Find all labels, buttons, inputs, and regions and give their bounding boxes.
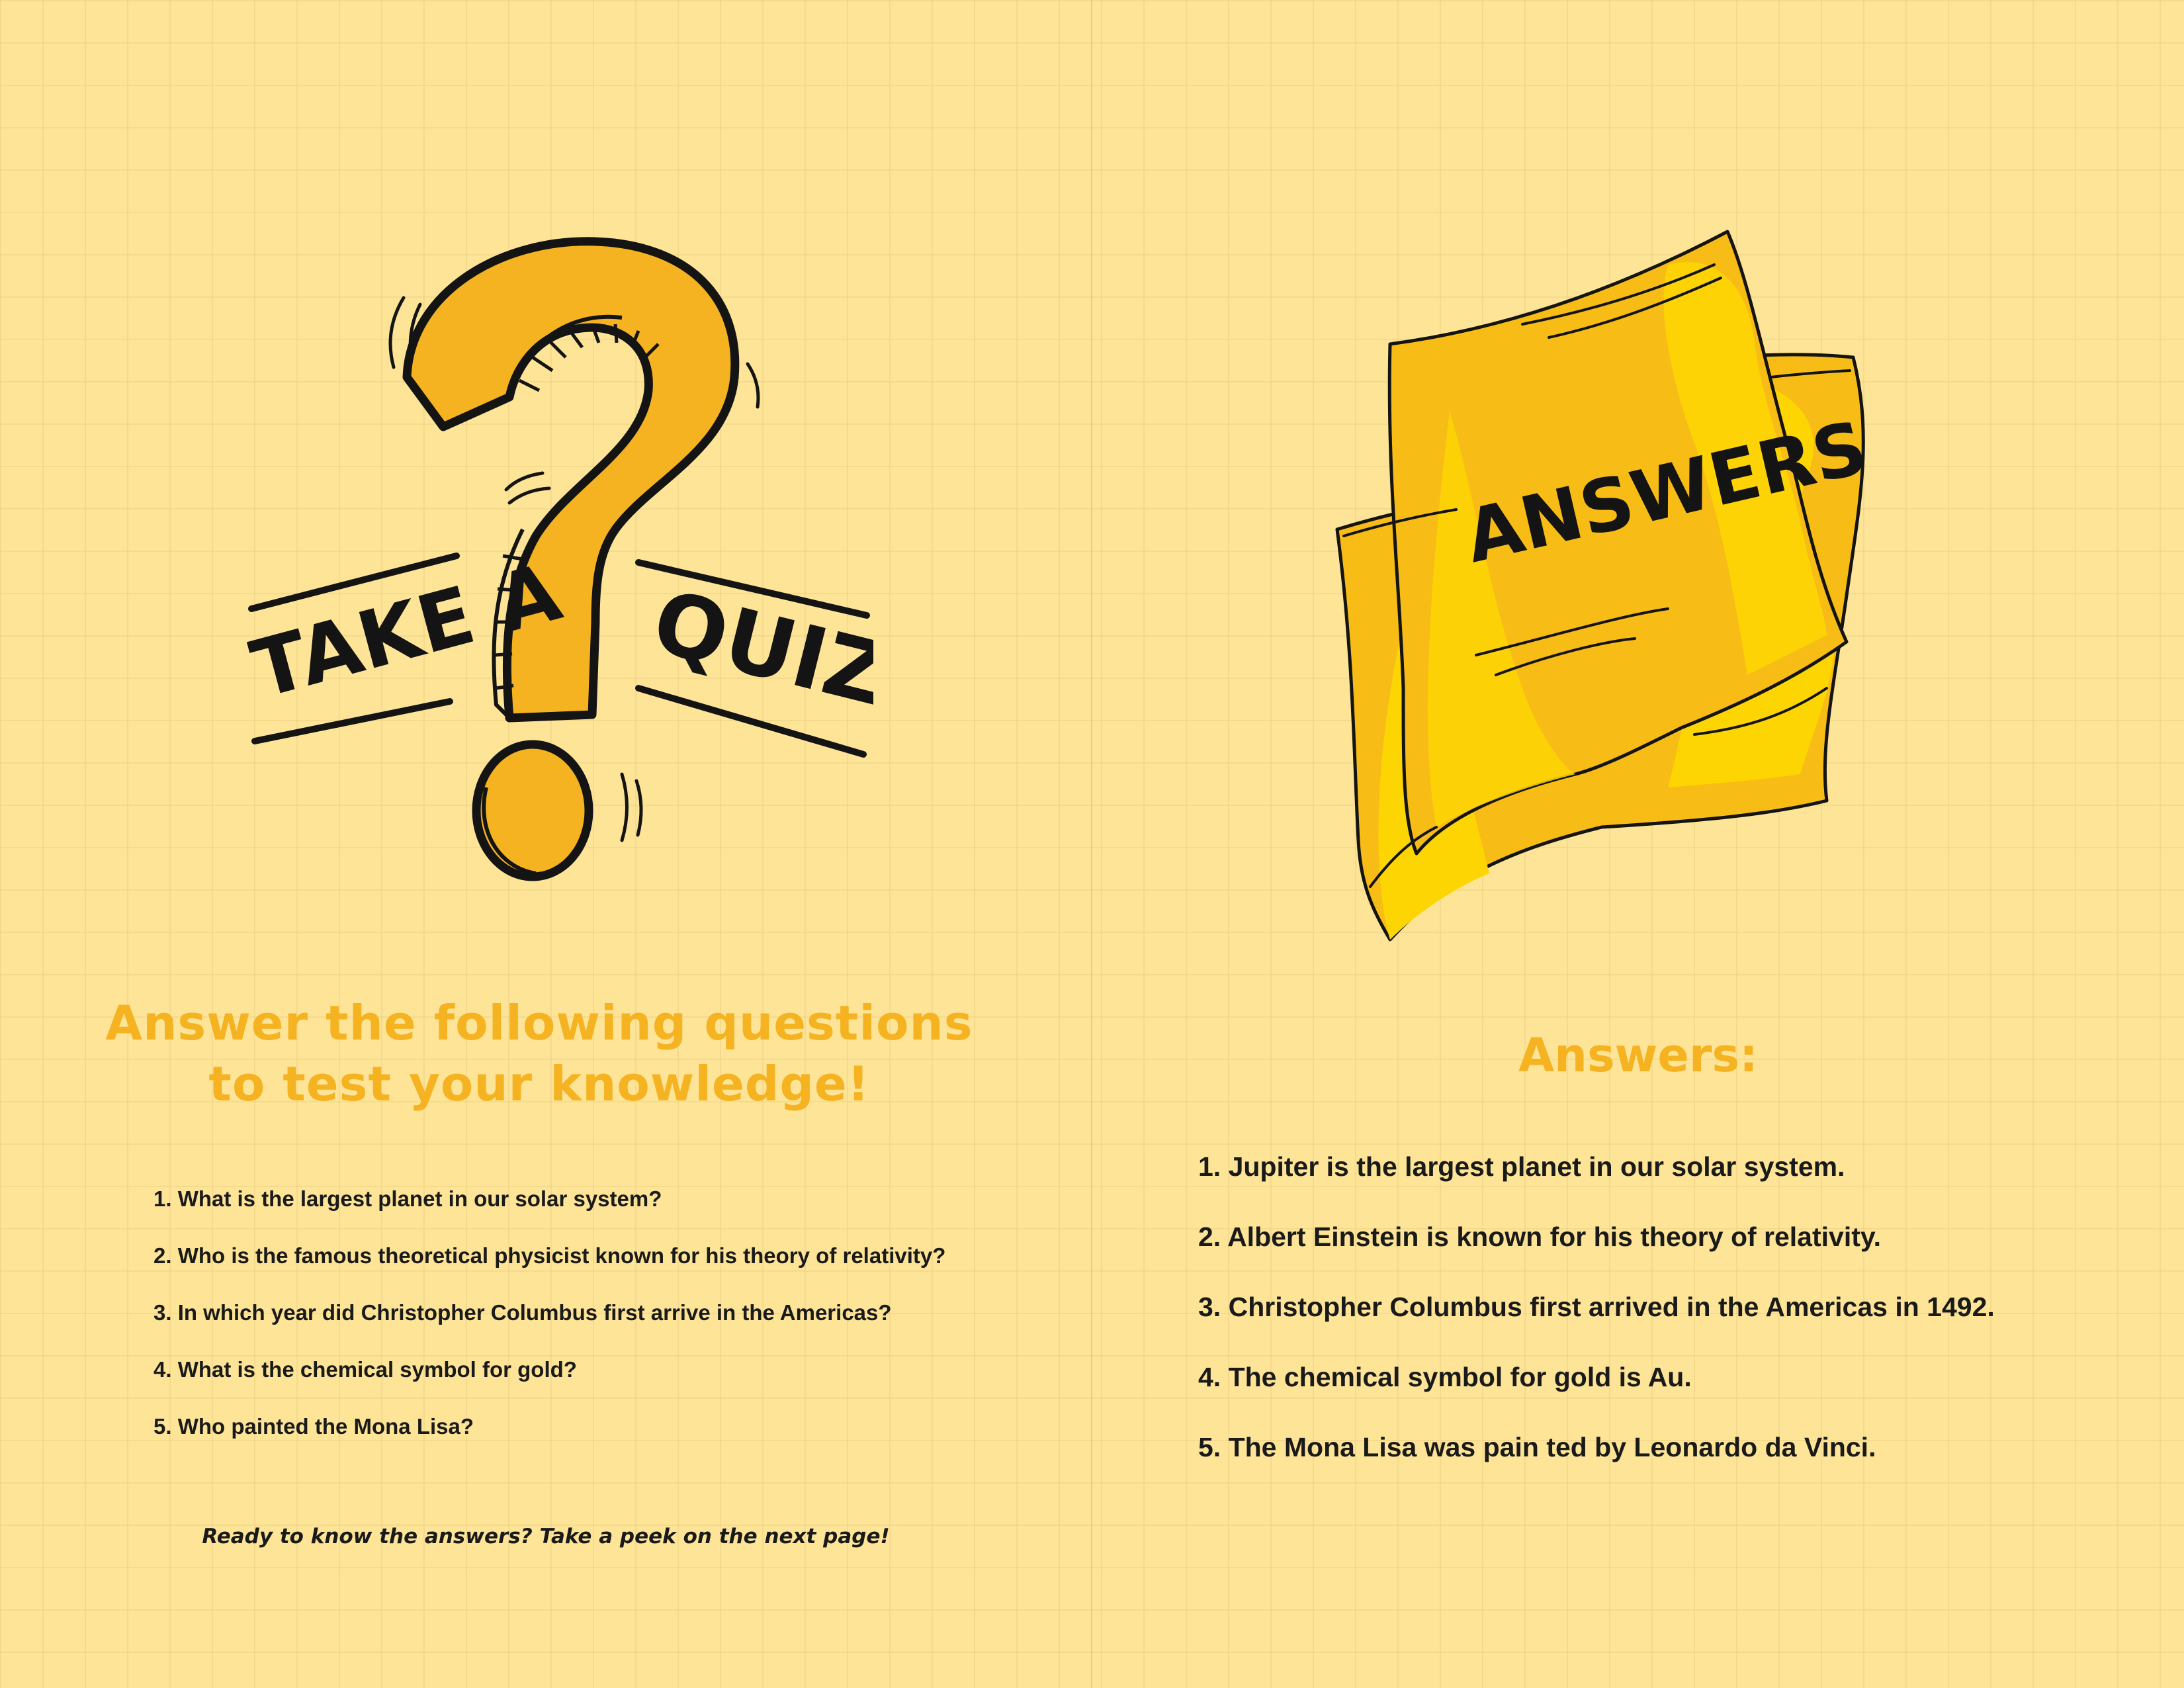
next-page-note: Ready to know the answers? Take a peek o…: [202, 1525, 890, 1548]
answers-illustration: ANSWERS: [1335, 230, 1874, 942]
answer-item-4: 4. The chemical symbol for gold is Au.: [1198, 1362, 1692, 1392]
question-item-1: 1. What is the largest planet in our sol…: [153, 1186, 662, 1211]
quiz-heading: Answer the following questions to test y…: [60, 993, 1019, 1114]
answer-item-5: 5. The Mona Lisa was pain ted by Leonard…: [1198, 1432, 1876, 1462]
quiz-heading-line-1: Answer the following questions: [105, 995, 973, 1051]
answer-list: 1. Jupiter is the largest planet in our …: [1198, 1150, 2151, 1501]
answer-item-2: 2. Albert Einstein is known for his theo…: [1198, 1222, 1882, 1252]
answer-item-3: 3. Christopher Columbus first arrived in…: [1198, 1292, 1995, 1322]
quiz-page: TAKE A QUIZ Answer the following questio…: [0, 0, 1092, 1688]
quiz-heading-line-2: to test your knowledge!: [208, 1056, 870, 1112]
question-item-3: 3. In which year did Christopher Columbu…: [153, 1300, 892, 1325]
question-item-2: 2. Who is the famous theoretical physici…: [153, 1243, 946, 1268]
question-item-4: 4. What is the chemical symbol for gold?: [153, 1357, 577, 1382]
question-item-5: 5. Who painted the Mona Lisa?: [153, 1414, 474, 1439]
answer-item-1: 1. Jupiter is the largest planet in our …: [1198, 1151, 1845, 1182]
answers-heading: Answers:: [1518, 1028, 1758, 1083]
question-mark-icon: TAKE A QUIZ: [243, 237, 873, 881]
answers-page: ANSWERS Answers: 1. Jupiter is the large…: [1092, 0, 2184, 1688]
question-list: 1. What is the largest planet in our sol…: [153, 1186, 1033, 1470]
